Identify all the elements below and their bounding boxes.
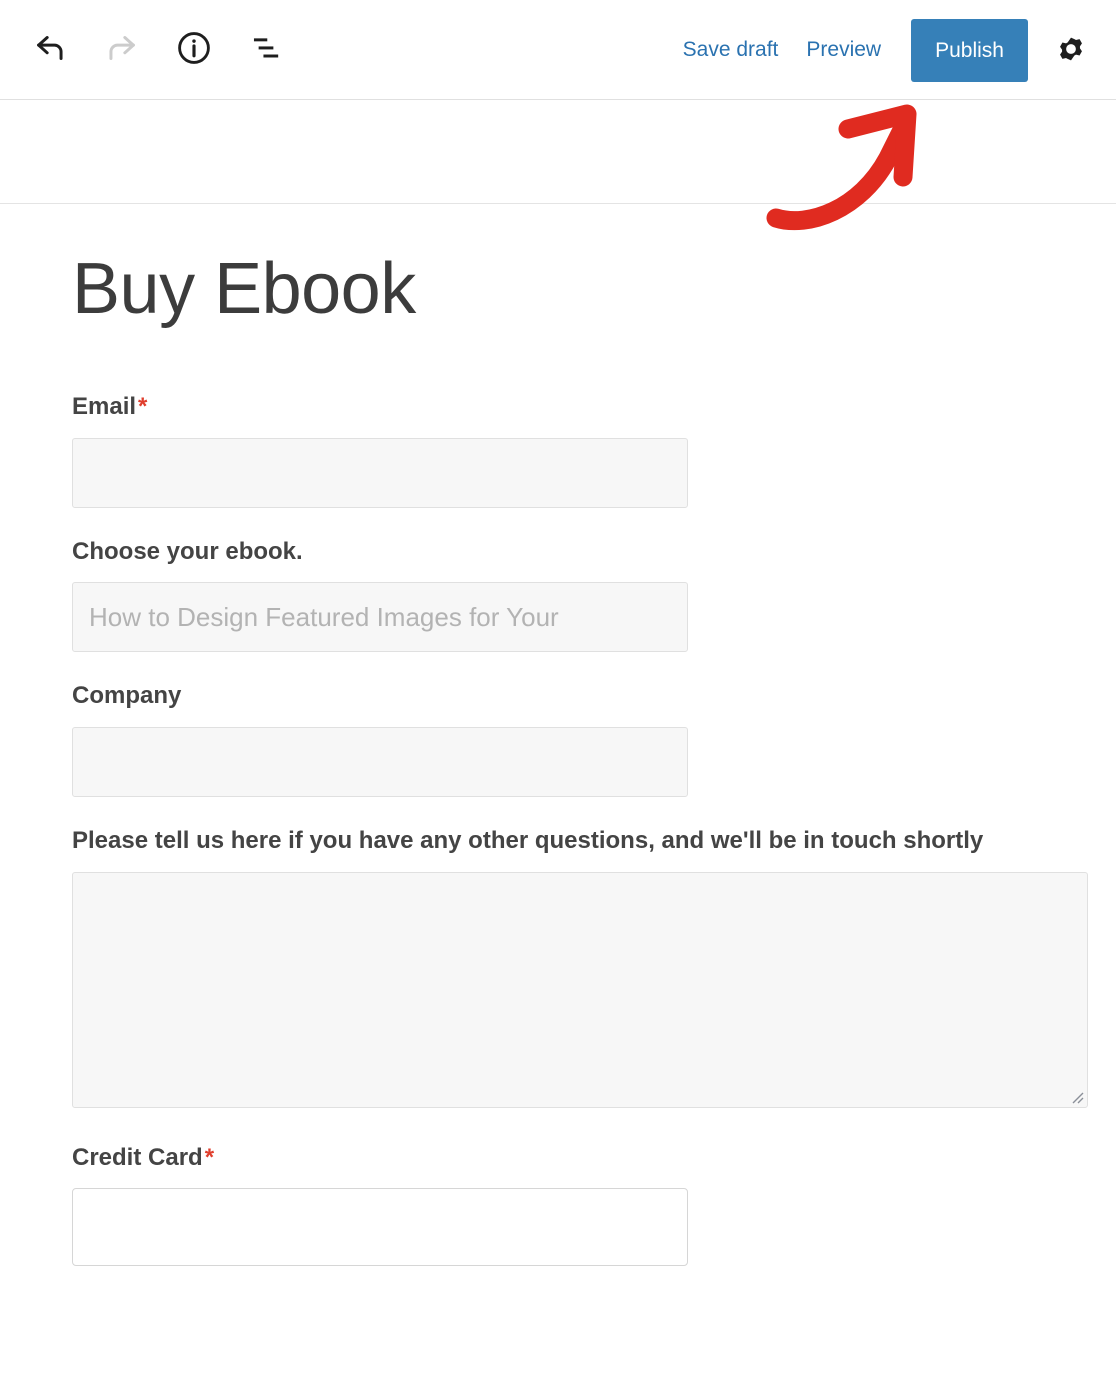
editor-toolbar-left-group xyxy=(0,26,290,74)
form-field-ebook: Choose your ebook. How to Design Feature… xyxy=(72,536,1116,653)
gear-icon xyxy=(1053,31,1089,70)
info-icon xyxy=(176,30,212,69)
undo-button[interactable] xyxy=(26,26,74,74)
publish-button[interactable]: Publish xyxy=(911,18,1028,82)
editor-content: Buy Ebook Email* Choose your ebook. How … xyxy=(0,204,1116,1267)
required-marker: * xyxy=(138,393,148,421)
field-label-company: Company xyxy=(72,682,182,710)
required-marker: * xyxy=(204,1143,215,1171)
email-field[interactable] xyxy=(72,437,688,508)
field-label-email: Email* xyxy=(72,393,148,421)
field-label-credit-card: Credit Card* xyxy=(72,1143,215,1171)
undo-icon xyxy=(33,31,67,68)
preview-button[interactable]: Preview xyxy=(792,28,895,72)
list-view-icon xyxy=(249,31,283,68)
block-toolbar-strip xyxy=(0,100,1116,204)
redo-icon xyxy=(105,31,139,68)
save-draft-button[interactable]: Save draft xyxy=(669,28,793,72)
form-field-email: Email* xyxy=(72,391,1116,508)
form-field-company: Company xyxy=(72,680,1116,798)
redo-button[interactable] xyxy=(98,26,146,74)
field-label-message: Please tell us here if you have any othe… xyxy=(72,827,984,855)
message-field[interactable] xyxy=(72,871,1088,1108)
editor-toolbar-right-group: Save draft Preview Publish xyxy=(669,0,1102,100)
credit-card-field[interactable] xyxy=(72,1188,688,1267)
settings-button[interactable] xyxy=(1040,19,1102,81)
ebook-select[interactable]: How to Design Featured Images for Your xyxy=(72,582,688,653)
field-label-ebook: Choose your ebook. xyxy=(72,537,303,565)
form-field-message: Please tell us here if you have any othe… xyxy=(72,825,1116,1108)
company-field[interactable] xyxy=(72,727,688,798)
form-field-credit-card: Credit Card* xyxy=(72,1142,1116,1267)
editor-toolbar: Save draft Preview Publish xyxy=(0,0,1116,100)
wpforms-form-preview: Email* Choose your ebook. How to Design … xyxy=(0,329,1116,1267)
page-title[interactable]: Buy Ebook xyxy=(0,204,1116,329)
resize-grip-icon[interactable] xyxy=(1068,1088,1084,1104)
list-view-button[interactable] xyxy=(242,26,290,74)
info-button[interactable] xyxy=(170,26,218,74)
